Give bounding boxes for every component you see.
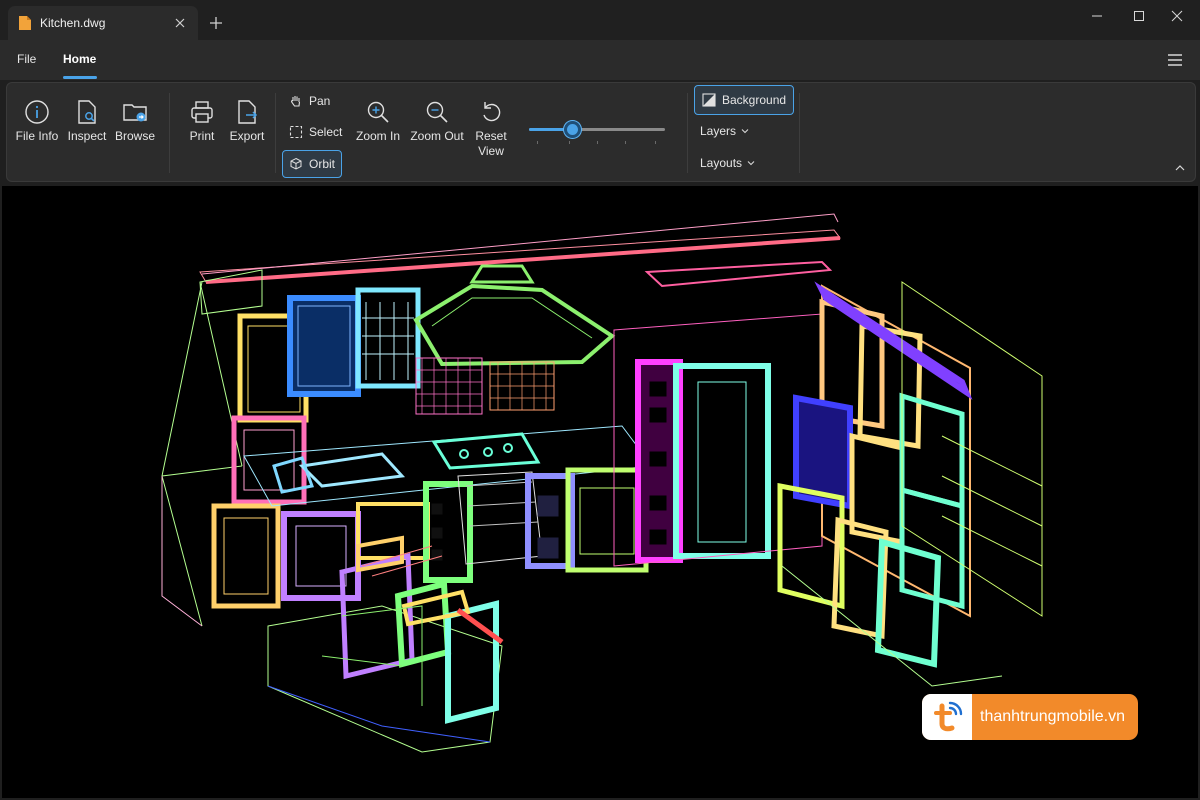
background-icon: [702, 93, 716, 107]
slider-tick: [597, 141, 598, 144]
chevron-down-icon: [747, 161, 755, 166]
brand-logo-icon: [922, 694, 972, 740]
ribbon-separator: [687, 93, 688, 173]
info-icon: [25, 100, 49, 124]
inspect-icon: [78, 100, 96, 124]
print-button[interactable]: Print: [181, 99, 223, 144]
export-icon: [238, 100, 258, 124]
watermark-badge: thanhtrungmobile.vn: [922, 694, 1138, 740]
zoom-in-icon: [367, 101, 389, 123]
file-icon: [19, 16, 31, 30]
menu-bar: File Home: [0, 40, 1200, 80]
folder-icon: [123, 104, 147, 122]
background-button[interactable]: Background: [694, 85, 795, 115]
zoom-slider[interactable]: [529, 121, 665, 138]
selection-box-icon: [289, 125, 303, 139]
pan-button[interactable]: Pan: [283, 88, 336, 114]
ribbon-separator: [275, 93, 276, 173]
menu-home[interactable]: Home: [63, 52, 96, 66]
slider-tick: [537, 141, 538, 144]
document-tab[interactable]: Kitchen.dwg: [8, 6, 198, 40]
ribbon-separator: [169, 93, 170, 173]
plus-icon[interactable]: [204, 11, 228, 35]
hamburger-menu-icon[interactable]: [1166, 51, 1184, 69]
menu-file[interactable]: File: [17, 52, 36, 66]
select-button[interactable]: Select: [283, 119, 348, 145]
reset-icon: [483, 102, 501, 122]
zoom-slider-thumb[interactable]: [564, 121, 582, 138]
ribbon-separator: [799, 93, 800, 173]
slider-tick: [655, 141, 656, 144]
chevron-down-icon: [741, 129, 749, 134]
tab-title: Kitchen.dwg: [40, 16, 106, 30]
zoom-out-button[interactable]: Zoom Out: [407, 99, 467, 144]
orbit-icon: [290, 157, 302, 170]
export-button[interactable]: Export: [225, 99, 269, 144]
hand-icon: [291, 96, 301, 107]
slider-tick: [625, 141, 626, 144]
reset-view-button[interactable]: Reset View: [469, 99, 513, 159]
slider-tick: [569, 141, 570, 144]
printer-icon: [191, 101, 213, 123]
orbit-button[interactable]: Orbit: [282, 150, 343, 178]
close-window-icon[interactable]: [1154, 0, 1200, 32]
zoom-in-button[interactable]: Zoom In: [351, 99, 405, 144]
minimize-icon[interactable]: [1074, 0, 1120, 32]
title-bar: Kitchen.dwg: [0, 0, 1200, 40]
active-menu-indicator: [63, 76, 97, 79]
layouts-dropdown[interactable]: Layouts: [694, 150, 762, 176]
layers-dropdown[interactable]: Layers: [694, 118, 756, 144]
browse-button[interactable]: Browse: [113, 99, 157, 144]
watermark-text: thanhtrungmobile.vn: [980, 708, 1125, 725]
close-tab-icon[interactable]: [172, 15, 188, 31]
collapse-ribbon-icon[interactable]: [1173, 161, 1187, 175]
file-info-button[interactable]: File Info: [13, 99, 61, 144]
zoom-out-icon: [426, 101, 448, 123]
inspect-button[interactable]: Inspect: [65, 99, 109, 144]
ribbon: File Info Inspect Browse Print Export Pa…: [6, 82, 1196, 182]
